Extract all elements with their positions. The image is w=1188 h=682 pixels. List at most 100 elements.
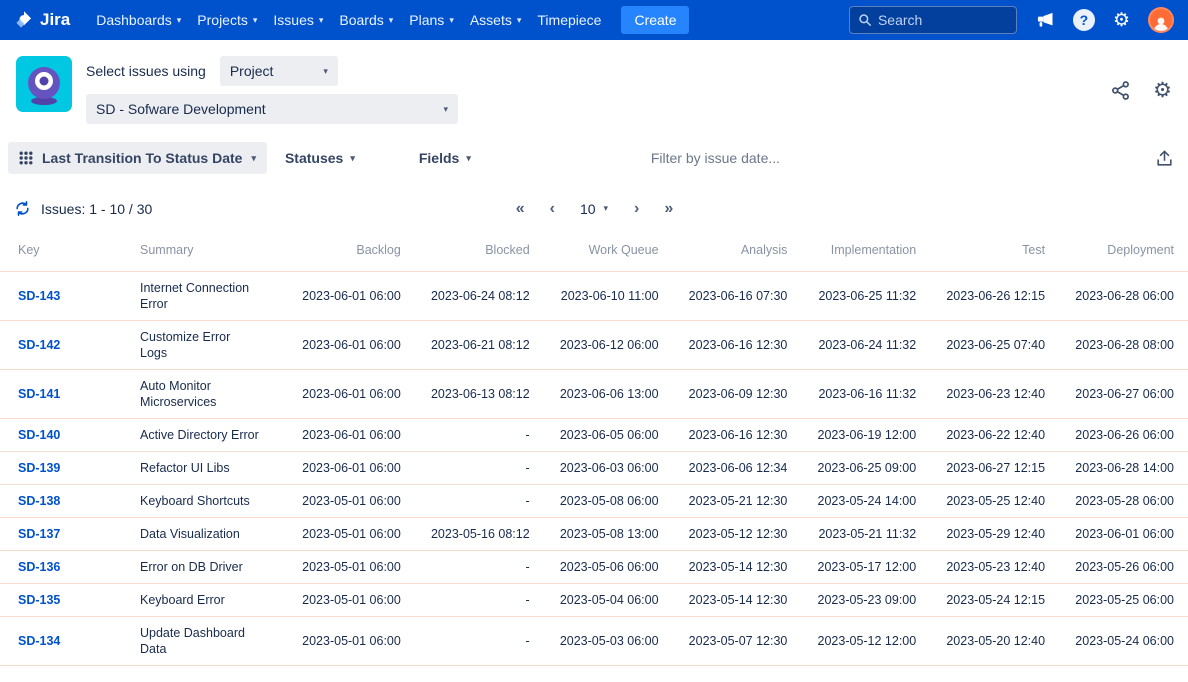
cell-test: 2023-06-23 12:40 — [930, 370, 1059, 419]
issue-key-link[interactable]: SD-140 — [18, 428, 60, 442]
table-row: SD-136Error on DB Driver2023-05-01 06:00… — [0, 551, 1188, 584]
nav-menu-issues[interactable]: Issues▾ — [273, 12, 323, 28]
nav-menu-boards[interactable]: Boards▾ — [339, 12, 393, 28]
last-page-button[interactable]: » — [664, 200, 672, 218]
cell-key: SD-140 — [0, 419, 140, 452]
cell-blocked: 2023-06-24 08:12 — [415, 272, 544, 321]
global-search[interactable] — [849, 6, 1017, 34]
nav-menu-assets[interactable]: Assets▾ — [470, 12, 522, 28]
next-page-button[interactable]: › — [634, 200, 638, 218]
statuses-dropdown[interactable]: Statuses ▾ — [275, 142, 365, 174]
issues-count-label: Issues: 1 - 10 / 30 — [41, 201, 152, 217]
chevron-down-icon: ▾ — [443, 105, 448, 114]
page-size-value: 10 — [580, 201, 596, 217]
col-header-backlog: Backlog — [286, 231, 415, 272]
nav-menu-timepiece[interactable]: Timepiece — [537, 12, 601, 28]
cell-backlog: 2023-06-01 06:00 — [286, 272, 415, 321]
issue-key-link[interactable]: SD-141 — [18, 387, 60, 401]
col-header-work-queue: Work Queue — [544, 231, 673, 272]
select-mode-dropdown[interactable]: Project ▾ — [220, 56, 338, 86]
cell-test: 2023-05-24 12:15 — [930, 584, 1059, 617]
jira-logo[interactable]: Jira — [14, 10, 70, 30]
issue-key-link[interactable]: SD-139 — [18, 461, 60, 475]
cell-implementation: 2023-06-25 11:32 — [801, 272, 930, 321]
nav-menu-plans[interactable]: Plans▾ — [409, 12, 454, 28]
table-row: SD-134Update Dashboard Data2023-05-01 06… — [0, 617, 1188, 666]
cell-work-queue: 2023-06-10 11:00 — [544, 272, 673, 321]
cell-backlog: 2023-05-01 06:00 — [286, 617, 415, 666]
cell-test: 2023-05-20 12:40 — [930, 617, 1059, 666]
issue-key-link[interactable]: SD-134 — [18, 634, 60, 648]
search-icon — [858, 13, 872, 27]
cell-test: 2023-06-26 12:15 — [930, 272, 1059, 321]
table-row: SD-141Auto Monitor Microservices2023-06-… — [0, 370, 1188, 419]
cell-analysis: 2023-06-16 12:30 — [673, 321, 802, 370]
nav-menu-projects[interactable]: Projects▾ — [197, 12, 257, 28]
cell-analysis: 2023-05-21 12:30 — [673, 485, 802, 518]
project-dropdown[interactable]: SD - Sofware Development ▾ — [86, 94, 458, 124]
cell-key: SD-143 — [0, 272, 140, 321]
announcement-icon[interactable] — [1035, 10, 1055, 30]
chevron-down-icon: ▾ — [517, 16, 522, 25]
issue-key-link[interactable]: SD-135 — [18, 593, 60, 607]
cell-implementation: 2023-05-17 12:00 — [801, 551, 930, 584]
cell-backlog: 2023-05-01 06:00 — [286, 518, 415, 551]
avatar[interactable] — [1148, 7, 1174, 33]
first-page-button[interactable]: « — [516, 200, 524, 218]
select-mode-value: Project — [230, 63, 274, 79]
cell-work-queue: 2023-06-03 06:00 — [544, 452, 673, 485]
top-navbar: Jira Dashboards▾Projects▾Issues▾Boards▾P… — [0, 0, 1188, 40]
app-icon — [16, 56, 72, 112]
cell-key: SD-136 — [0, 551, 140, 584]
chevron-down-icon: ▾ — [253, 16, 258, 25]
cell-key: SD-137 — [0, 518, 140, 551]
cell-blocked: - — [415, 617, 544, 666]
gadget-settings-icon[interactable]: ⚙ — [1153, 80, 1172, 101]
cell-key: SD-134 — [0, 617, 140, 666]
pagination-row: Issues: 1 - 10 / 30 « ‹ 10 ▾ › » — [0, 184, 1188, 231]
cell-key: SD-142 — [0, 321, 140, 370]
fields-dropdown[interactable]: Fields ▾ — [409, 142, 481, 174]
issue-date-filter-input[interactable] — [651, 150, 1031, 166]
issue-key-link[interactable]: SD-137 — [18, 527, 60, 541]
chevron-down-icon: ▾ — [604, 204, 609, 213]
create-button[interactable]: Create — [621, 6, 689, 34]
page-size-select[interactable]: 10 ▾ — [580, 201, 608, 217]
prev-page-button[interactable]: ‹ — [550, 200, 554, 218]
gear-icon[interactable]: ⚙ — [1113, 11, 1130, 30]
cell-test: 2023-05-23 12:40 — [930, 551, 1059, 584]
nav-menu-dashboards[interactable]: Dashboards▾ — [96, 12, 181, 28]
issue-key-link[interactable]: SD-143 — [18, 289, 60, 303]
table-row: SD-143Internet Connection Error2023-06-0… — [0, 272, 1188, 321]
cell-analysis: 2023-06-06 12:34 — [673, 452, 802, 485]
cell-test: 2023-06-27 12:15 — [930, 452, 1059, 485]
issue-key-link[interactable]: SD-142 — [18, 338, 60, 352]
statuses-label: Statuses — [285, 150, 343, 166]
cell-analysis: 2023-05-12 12:30 — [673, 518, 802, 551]
report-type-dropdown[interactable]: Last Transition To Status Date ▾ — [8, 142, 267, 174]
refresh-icon[interactable] — [14, 200, 31, 217]
nav-menu-label: Plans — [409, 12, 444, 28]
col-header-analysis: Analysis — [673, 231, 802, 272]
cell-deployment: 2023-05-25 06:00 — [1059, 584, 1188, 617]
export-icon[interactable] — [1155, 149, 1174, 168]
cell-analysis: 2023-06-09 12:30 — [673, 370, 802, 419]
nav-menu-label: Boards — [339, 12, 383, 28]
search-input[interactable] — [878, 12, 998, 28]
issue-key-link[interactable]: SD-136 — [18, 560, 60, 574]
cell-work-queue: 2023-05-03 06:00 — [544, 617, 673, 666]
chevron-down-icon: ▾ — [350, 154, 355, 163]
table-row: SD-135Keyboard Error2023-05-01 06:00-202… — [0, 584, 1188, 617]
help-icon[interactable]: ? — [1073, 9, 1095, 31]
cell-summary: Keyboard Shortcuts — [140, 485, 286, 518]
cell-implementation: 2023-06-25 09:00 — [801, 452, 930, 485]
table-row: SD-138Keyboard Shortcuts2023-05-01 06:00… — [0, 485, 1188, 518]
cell-implementation: 2023-06-19 12:00 — [801, 419, 930, 452]
issue-key-link[interactable]: SD-138 — [18, 494, 60, 508]
share-icon[interactable] — [1110, 80, 1131, 101]
cell-key: SD-138 — [0, 485, 140, 518]
cell-backlog: 2023-05-01 06:00 — [286, 551, 415, 584]
issues-table-body: SD-143Internet Connection Error2023-06-0… — [0, 272, 1188, 666]
cell-analysis: 2023-06-16 07:30 — [673, 272, 802, 321]
jira-logo-icon — [14, 10, 34, 30]
